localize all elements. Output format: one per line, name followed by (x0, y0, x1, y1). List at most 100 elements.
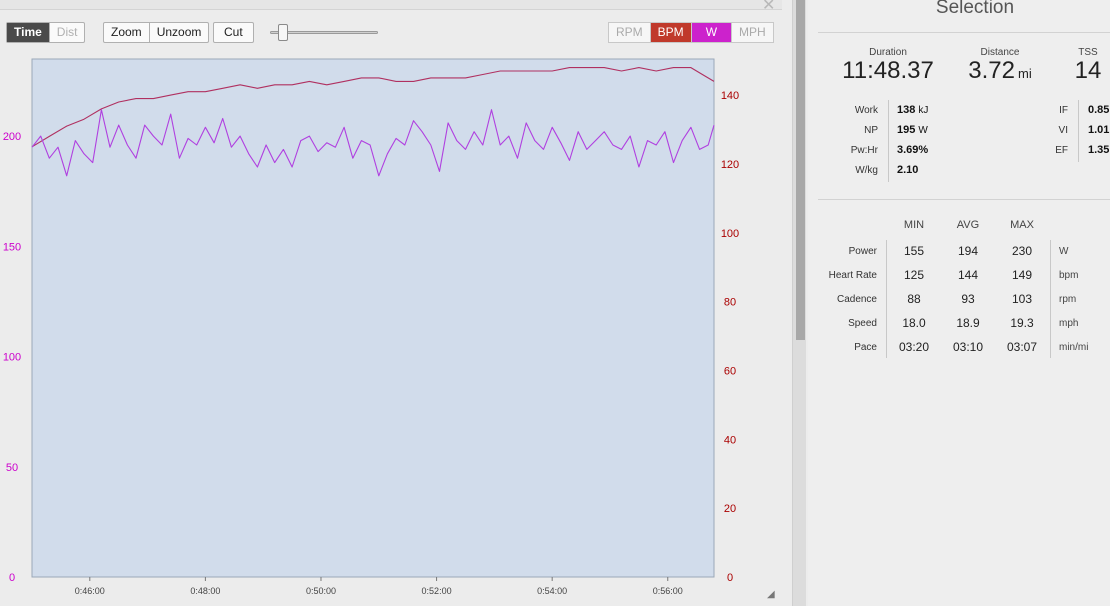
title-strip (0, 0, 782, 10)
x-axis-tick-label: 0:54:00 (537, 586, 567, 596)
min-cell: 155 (903, 244, 925, 258)
distance-value: 3.72 mi (950, 57, 1050, 85)
row-label: Speed (848, 318, 877, 329)
unit-cell: bpm (1059, 270, 1079, 281)
if-label: IF (1059, 105, 1068, 116)
resize-grip-icon[interactable]: ◢ (767, 589, 775, 600)
work-label: Work (854, 105, 878, 116)
avg-cell: 03:10 (952, 340, 984, 354)
bpm-toggle[interactable]: BPM (650, 23, 692, 42)
divider (888, 100, 889, 182)
x-axis-tick-label: 0:48:00 (190, 586, 220, 596)
max-cell: 103 (1011, 292, 1033, 306)
work-unit: kJ (918, 105, 929, 116)
if-value: 0.85 (1088, 104, 1110, 116)
zoom-controls: Zoom Unzoom (103, 22, 210, 43)
duration-value: 11:48.37 (842, 57, 934, 84)
app-window: ✕ Time Dist Zoom Unzoom Cut RPM BPM W MP… (0, 0, 1110, 606)
x-axis-tick-label: 0:56:00 (653, 586, 683, 596)
time-button[interactable]: Time (7, 23, 50, 42)
max-cell: 230 (1011, 244, 1033, 258)
right-axis-tick-label: 60 (724, 365, 736, 377)
metric-toggles: RPM BPM W MPH (608, 22, 774, 43)
divider (1078, 100, 1079, 162)
close-icon[interactable]: ✕ (762, 0, 775, 14)
min-header: MIN (903, 219, 925, 231)
max-cell: 149 (1011, 268, 1033, 282)
distance-button[interactable]: Dist (50, 23, 85, 42)
unit-cell: mph (1059, 318, 1079, 329)
right-axis-tick-label: 140 (721, 90, 739, 102)
left-axis-tick-label: 50 (6, 462, 18, 474)
wkg-value: 2.10 (897, 164, 919, 176)
right-axis-tick-label: 40 (724, 434, 736, 446)
chart-svg[interactable]: 0 50 100 150 200 0 20 40 60 80 100 120 140 0:46:00 0:4… (0, 55, 782, 606)
divider (818, 199, 1110, 200)
unzoom-button[interactable]: Unzoom (150, 23, 209, 42)
left-axis-tick-label: 200 (3, 131, 21, 143)
min-cell: 125 (903, 268, 925, 282)
unit-cell: rpm (1059, 294, 1077, 305)
right-axis-tick-label: 100 (721, 228, 739, 240)
row-label: Pace (854, 342, 877, 353)
ef-value: 1.35 (1088, 144, 1110, 156)
scrollbar-thumb[interactable] (796, 0, 805, 340)
max-header: MAX (1010, 219, 1034, 231)
axis-mode-toggle: Time Dist (6, 22, 86, 43)
unit-cell: min/mi (1059, 342, 1089, 353)
vi-label: VI (1058, 125, 1068, 136)
min-cell: 88 (907, 292, 921, 306)
np-number: 195 (897, 124, 916, 136)
right-axis-tick-label: 80 (724, 297, 736, 309)
max-cell: 19.3 (1010, 316, 1034, 330)
slider-thumb[interactable] (278, 24, 288, 41)
row-label: Heart Rate (828, 270, 877, 281)
wkg-label: W/kg (855, 165, 878, 176)
plot-area (31, 58, 715, 578)
zoom-slider[interactable] (270, 22, 380, 43)
distance-unit: mi (1018, 66, 1032, 81)
mph-toggle[interactable]: MPH (732, 23, 773, 42)
panel-title: Selection (935, 0, 1015, 18)
min-cell: 03:20 (898, 340, 930, 354)
divider (1050, 240, 1051, 358)
left-axis-tick-label: 0 (9, 572, 15, 584)
right-axis-tick-label: 0 (727, 572, 733, 584)
avg-cell: 93 (961, 292, 975, 306)
tss-value: 14 (1074, 57, 1102, 84)
left-axis-tick-label: 150 (3, 241, 21, 253)
x-axis-tick-label: 0:46:00 (75, 586, 105, 596)
work-number: 138 (897, 104, 916, 116)
pwhr-value: 3.69% (897, 144, 929, 156)
divider (818, 32, 1110, 33)
x-axis-tick-label: 0:50:00 (306, 586, 336, 596)
cut-control: Cut (213, 22, 254, 43)
watts-toggle[interactable]: W (691, 23, 733, 42)
cut-button[interactable]: Cut (214, 23, 253, 42)
np-unit: W (918, 125, 928, 136)
pwhr-label: Pw:Hr (850, 145, 878, 156)
avg-header: AVG (956, 219, 980, 231)
work-value: 138 kJ (897, 104, 928, 116)
vi-value: 1.01 (1088, 124, 1110, 136)
left-axis-tick-label: 100 (3, 352, 21, 364)
chart[interactable]: 0 50 100 150 200 0 20 40 60 80 100 120 140 0:46:00 0:4… (0, 55, 782, 606)
max-cell: 03:07 (1006, 340, 1038, 354)
x-axis-tick-label: 0:52:00 (422, 586, 452, 596)
unit-cell: W (1059, 246, 1069, 257)
row-label: Power (848, 246, 877, 257)
zoom-button[interactable]: Zoom (104, 23, 150, 42)
selection-panel: Selection Duration 11:48.37 Distance 3.7… (808, 0, 1110, 606)
divider (886, 240, 887, 358)
distance-number: 3.72 (968, 57, 1015, 84)
avg-cell: 144 (957, 268, 979, 282)
rpm-toggle[interactable]: RPM (609, 23, 651, 42)
avg-cell: 194 (957, 244, 979, 258)
right-axis-tick-label: 120 (721, 159, 739, 171)
min-cell: 18.0 (902, 316, 926, 330)
np-value: 195 W (897, 124, 928, 136)
right-axis-tick-label: 20 (724, 503, 736, 515)
np-label: NP (864, 125, 878, 136)
ef-label: EF (1055, 145, 1068, 156)
row-label: Cadence (836, 294, 877, 305)
